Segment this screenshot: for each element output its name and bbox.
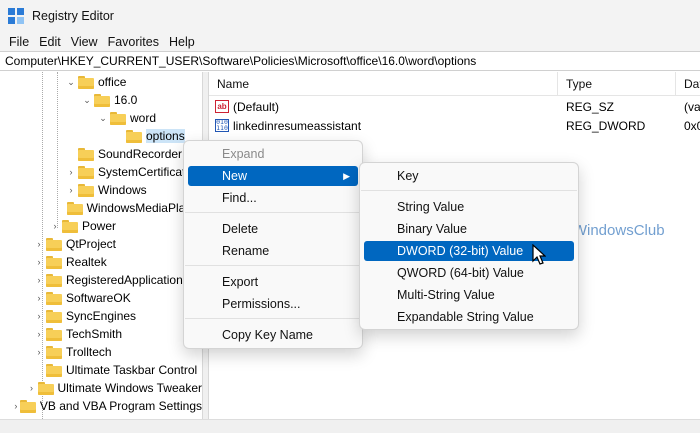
tree-item-windows[interactable]: › Windows (0, 181, 202, 199)
menu-item-expand[interactable]: Expand (188, 144, 358, 164)
menu-separator (185, 212, 361, 213)
menu-item-delete[interactable]: Delete (188, 219, 358, 239)
tree-item-ultimate-windows-tweaker[interactable]: › Ultimate Windows Tweaker (0, 379, 202, 397)
key-tree[interactable]: ⌄ office ⌄ 16.0 ⌄ word options SoundReco… (0, 72, 202, 419)
tree-item-ultimate-taskbar-control[interactable]: Ultimate Taskbar Control (0, 361, 202, 379)
column-header-type[interactable]: Type (558, 72, 676, 96)
tree-item-systemcertificates[interactable]: › SystemCertificates (0, 163, 202, 181)
chevron-right-icon[interactable]: › (34, 253, 44, 271)
menu-bar: File Edit View Favorites Help (0, 32, 700, 51)
column-header-data[interactable]: Data (676, 72, 700, 96)
title-bar: Registry Editor (0, 0, 700, 32)
chevron-right-icon[interactable]: › (14, 397, 18, 415)
list-item[interactable]: 010 110 linkedinresumeassistant REG_DWORD… (209, 116, 700, 135)
chevron-right-icon: ▶ (343, 170, 350, 181)
context-menu: Expand New ▶ Find... Delete Rename Expor… (183, 140, 363, 349)
folder-icon (78, 165, 94, 179)
menu-edit[interactable]: Edit (34, 35, 66, 49)
tree-item-syncengines[interactable]: › SyncEngines (0, 307, 202, 325)
folder-icon (66, 201, 83, 215)
chevron-right-icon[interactable]: › (34, 307, 44, 325)
chevron-right-icon[interactable]: › (34, 271, 44, 289)
list-header: Name Type Data (209, 72, 700, 96)
horizontal-scrollbar[interactable] (0, 419, 700, 433)
submenu-item-multi-string-value[interactable]: Multi-String Value (364, 285, 574, 305)
registry-editor-icon (8, 8, 24, 24)
chevron-right-icon[interactable]: › (34, 343, 44, 361)
address-bar[interactable]: Computer\HKEY_CURRENT_USER\Software\Poli… (0, 51, 700, 71)
folder-icon (46, 327, 62, 341)
submenu-item-key[interactable]: Key (364, 166, 574, 186)
folder-icon (78, 75, 94, 89)
tree-item-registeredapplications[interactable]: › RegisteredApplications (0, 271, 202, 289)
list-item[interactable]: ab (Default) REG_SZ (value not set) (209, 97, 700, 116)
mouse-cursor-icon (532, 244, 546, 265)
menu-item-new[interactable]: New ▶ (188, 166, 358, 186)
folder-icon (46, 291, 62, 305)
chevron-right-icon[interactable]: › (34, 325, 44, 343)
submenu-item-expandable-string-value[interactable]: Expandable String Value (364, 307, 574, 327)
menu-separator (361, 190, 577, 191)
column-header-name[interactable]: Name (209, 72, 558, 96)
chevron-right-icon[interactable]: › (27, 379, 35, 397)
menu-separator (185, 265, 361, 266)
menu-file[interactable]: File (4, 35, 34, 49)
chevron-right-icon[interactable]: › (34, 289, 44, 307)
folder-icon (62, 219, 78, 233)
folder-icon (19, 399, 36, 413)
tree-item-softwareok[interactable]: › SoftwareOK (0, 289, 202, 307)
chevron-right-icon[interactable]: › (66, 181, 76, 199)
tree-item-vb-and-vba[interactable]: › VB and VBA Program Settings (0, 397, 202, 415)
menu-item-export[interactable]: Export (188, 272, 358, 292)
submenu-item-binary-value[interactable]: Binary Value (364, 219, 574, 239)
menu-item-find[interactable]: Find... (188, 188, 358, 208)
folder-icon (78, 183, 94, 197)
folder-icon (37, 381, 54, 395)
chevron-right-icon[interactable]: › (66, 163, 76, 181)
tree-item-soundrecorder[interactable]: SoundRecorder (0, 145, 202, 163)
tree-item-windowsmediaplayer[interactable]: WindowsMediaPlayer (0, 199, 202, 217)
folder-icon (94, 93, 110, 107)
submenu-item-qword-value[interactable]: QWORD (64-bit) Value (364, 263, 574, 283)
menu-view[interactable]: View (66, 35, 103, 49)
folder-icon (46, 309, 62, 323)
chevron-down-icon[interactable]: ⌄ (82, 91, 92, 109)
menu-separator (185, 318, 361, 319)
tree-item-realtek[interactable]: › Realtek (0, 253, 202, 271)
tree-item-qtproject[interactable]: › QtProject (0, 235, 202, 253)
folder-icon (46, 363, 62, 377)
tree-item-office[interactable]: ⌄ office (0, 73, 202, 91)
chevron-right-icon[interactable]: › (34, 235, 44, 253)
folder-icon (46, 273, 62, 287)
tree-item-trolltech[interactable]: › Trolltech (0, 343, 202, 361)
menu-item-permissions[interactable]: Permissions... (188, 294, 358, 314)
chevron-down-icon[interactable]: ⌄ (98, 109, 108, 127)
tree-item-power[interactable]: › Power (0, 217, 202, 235)
menu-favorites[interactable]: Favorites (103, 35, 164, 49)
menu-item-rename[interactable]: Rename (188, 241, 358, 261)
binary-value-icon: 010 110 (215, 118, 229, 132)
folder-icon (46, 237, 62, 251)
string-value-icon: ab (215, 100, 229, 113)
tree-item-word[interactable]: ⌄ word (0, 109, 202, 127)
folder-icon (46, 345, 62, 359)
submenu-item-string-value[interactable]: String Value (364, 197, 574, 217)
new-submenu: Key String Value Binary Value DWORD (32-… (359, 162, 579, 330)
chevron-down-icon[interactable]: ⌄ (66, 73, 76, 91)
menu-help[interactable]: Help (164, 35, 200, 49)
folder-icon (46, 255, 62, 269)
folder-icon (110, 111, 126, 125)
chevron-right-icon[interactable]: › (50, 217, 60, 235)
tree-item-options[interactable]: options (0, 127, 202, 145)
window-title: Registry Editor (32, 9, 114, 23)
folder-icon (78, 147, 94, 161)
tree-item-techsmith[interactable]: › TechSmith (0, 325, 202, 343)
menu-item-copy-key-name[interactable]: Copy Key Name (188, 325, 358, 345)
folder-icon (126, 129, 142, 143)
tree-item-16-0[interactable]: ⌄ 16.0 (0, 91, 202, 109)
